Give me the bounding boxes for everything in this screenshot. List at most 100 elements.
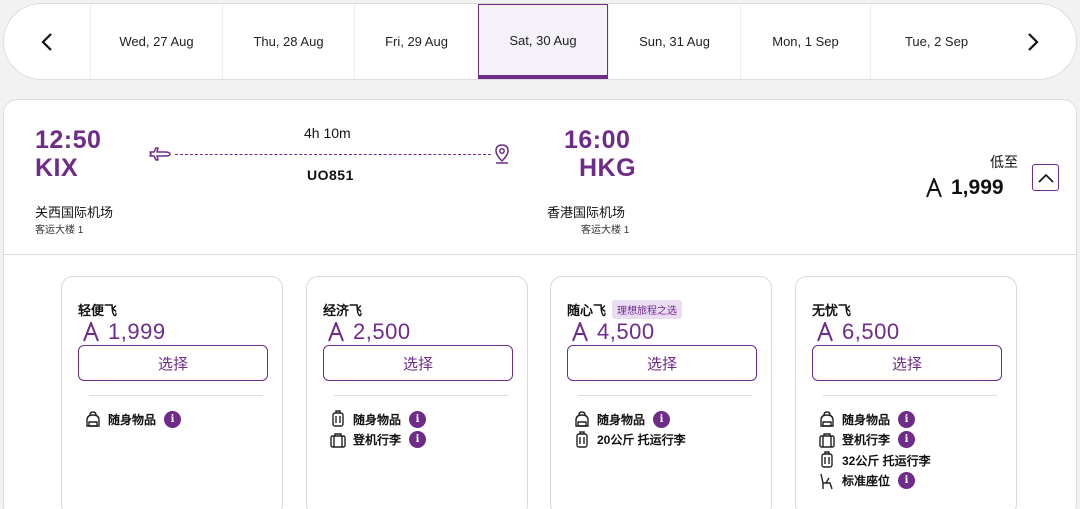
fare-feature: 标准座位 i <box>818 471 931 492</box>
fare-divider <box>578 395 752 396</box>
currency-icon <box>817 322 833 342</box>
fare-features: 随身物品 i 登机行李 i 32公斤 托运行李 标准座位 i <box>818 409 931 491</box>
fare-feature: 20公斤 托运行李 <box>573 430 686 451</box>
flight-card: 12:50 KIX 关西国际机场 客运大楼 1 4h 10m UO851 16:… <box>3 99 1077 509</box>
feature-label: 标准座位 <box>842 474 891 489</box>
fare-card-2: 经济飞 2,500 选择随身物品 i 登机行李 i <box>306 276 528 509</box>
select-fare-button[interactable]: 选择 <box>567 345 757 381</box>
fare-card-4: 无忧飞 6,500 选择随身物品 i 登机行李 i 32公斤 托运行李 标准座位 i <box>795 276 1017 509</box>
feature-label: 随身物品 <box>597 412 646 427</box>
info-icon[interactable]: i <box>409 431 427 449</box>
fare-feature: 登机行李 i <box>329 430 427 451</box>
route-line <box>175 154 491 155</box>
location-pin-icon <box>495 144 509 164</box>
fare-name-label: 随心飞 <box>567 303 607 318</box>
arrival-code: HKG <box>579 154 637 182</box>
flight-summary: 12:50 KIX 关西国际机场 客运大楼 1 4h 10m UO851 16:… <box>4 100 1076 255</box>
info-icon[interactable]: i <box>898 472 916 490</box>
fare-feature: 随身物品 i <box>84 409 182 430</box>
info-icon[interactable]: i <box>653 410 671 428</box>
fare-price: 2,500 <box>327 319 411 345</box>
luggage-icon <box>818 451 836 469</box>
feature-label: 登机行李 <box>353 433 402 448</box>
currency-icon <box>328 322 344 342</box>
feature-label: 32公斤 托运行李 <box>842 453 931 468</box>
date-tab-7[interactable]: Tue, 2 Sep <box>870 4 1002 79</box>
date-tab-4[interactable]: Sat, 30 Aug <box>478 4 608 79</box>
fare-price: 1,999 <box>82 319 166 345</box>
recommended-badge: 理想旅程之选 <box>612 300 683 319</box>
chevron-right-icon <box>1028 32 1039 51</box>
prev-dates-button[interactable] <box>4 4 90 79</box>
departure-code: KIX <box>35 154 79 182</box>
bag-icon <box>818 410 836 428</box>
fare-name-label: 轻便飞 <box>78 303 118 318</box>
fare-name: 轻便飞 <box>78 300 117 319</box>
info-icon[interactable]: i <box>898 410 916 428</box>
date-tab-1[interactable]: Wed, 27 Aug <box>90 4 222 79</box>
date-tab-6[interactable]: Mon, 1 Sep <box>740 4 870 79</box>
briefcase-icon <box>329 431 347 449</box>
info-icon[interactable]: i <box>898 431 916 449</box>
fare-card-3: 随心飞 理想旅程之选 4,500 选择随身物品 i 20公斤 托运行李 <box>550 276 772 509</box>
fare-price: 4,500 <box>571 319 655 345</box>
next-dates-button[interactable] <box>990 4 1076 79</box>
select-fare-button[interactable]: 选择 <box>78 345 268 381</box>
fare-price-value: 2,500 <box>353 319 411 344</box>
arrival-terminal: 客运大楼 1 <box>581 225 630 236</box>
feature-label: 20公斤 托运行李 <box>597 433 686 448</box>
fare-divider <box>823 395 997 396</box>
feature-label: 随身物品 <box>108 412 157 427</box>
collapse-toggle-button[interactable] <box>1032 164 1059 191</box>
select-fare-button[interactable]: 选择 <box>812 345 1002 381</box>
luggage-icon <box>329 410 347 428</box>
select-fare-button[interactable]: 选择 <box>323 345 513 381</box>
plane-icon <box>149 147 171 161</box>
fare-feature: 随身物品 i <box>818 409 931 430</box>
currency-icon <box>926 178 942 198</box>
departure-time: 12:50 <box>35 126 102 154</box>
fare-feature: 随身物品 i <box>329 409 427 430</box>
info-icon[interactable]: i <box>409 410 427 428</box>
date-tab-5[interactable]: Sun, 31 Aug <box>608 4 740 79</box>
currency-icon <box>83 322 99 342</box>
date-tab-2[interactable]: Thu, 28 Aug <box>222 4 354 79</box>
bag-icon <box>573 410 591 428</box>
fare-divider <box>89 395 263 396</box>
arrival-airport: 香港国际机场 <box>547 205 626 220</box>
fare-name: 随心飞 理想旅程之选 <box>567 300 683 319</box>
fare-name: 无忧飞 <box>812 300 851 319</box>
fare-features: 随身物品 i 登机行李 i <box>329 409 427 451</box>
fare-price-value: 1,999 <box>108 319 166 344</box>
fare-features: 随身物品 i 20公斤 托运行李 <box>573 409 686 450</box>
bag-icon <box>84 410 102 428</box>
from-price-label: 低至 <box>990 154 1018 170</box>
flight-number: UO851 <box>307 167 354 183</box>
fare-price: 6,500 <box>816 319 900 345</box>
fare-name-label: 无忧飞 <box>812 303 852 318</box>
luggage-icon <box>573 431 591 449</box>
fare-name-label: 经济飞 <box>323 303 363 318</box>
arrival-time: 16:00 <box>564 126 631 154</box>
date-tab-3[interactable]: Fri, 29 Aug <box>354 4 478 79</box>
flight-duration: 4h 10m <box>304 125 351 141</box>
feature-label: 随身物品 <box>842 412 891 427</box>
departure-terminal: 客运大楼 1 <box>35 225 84 236</box>
fare-divider <box>334 395 508 396</box>
fare-price-value: 6,500 <box>842 319 900 344</box>
departure-airport: 关西国际机场 <box>35 205 114 220</box>
date-selector: Wed, 27 Aug Thu, 28 Aug Fri, 29 Aug Sat, 30… <box>3 3 1077 80</box>
fare-features: 随身物品 i <box>84 409 182 430</box>
feature-label: 随身物品 <box>353 412 402 427</box>
briefcase-icon <box>818 431 836 449</box>
chevron-left-icon <box>41 32 52 51</box>
feature-label: 登机行李 <box>842 433 891 448</box>
fare-feature: 32公斤 托运行李 <box>818 450 931 471</box>
fare-card-1: 轻便飞 1,999 选择随身物品 i <box>61 276 283 509</box>
info-icon[interactable]: i <box>164 410 182 428</box>
lowest-price: 1,999 <box>925 176 1004 200</box>
fare-feature: 登机行李 i <box>818 430 931 451</box>
chevron-up-icon <box>1037 173 1054 183</box>
currency-icon <box>572 322 588 342</box>
fare-name: 经济飞 <box>323 300 362 319</box>
